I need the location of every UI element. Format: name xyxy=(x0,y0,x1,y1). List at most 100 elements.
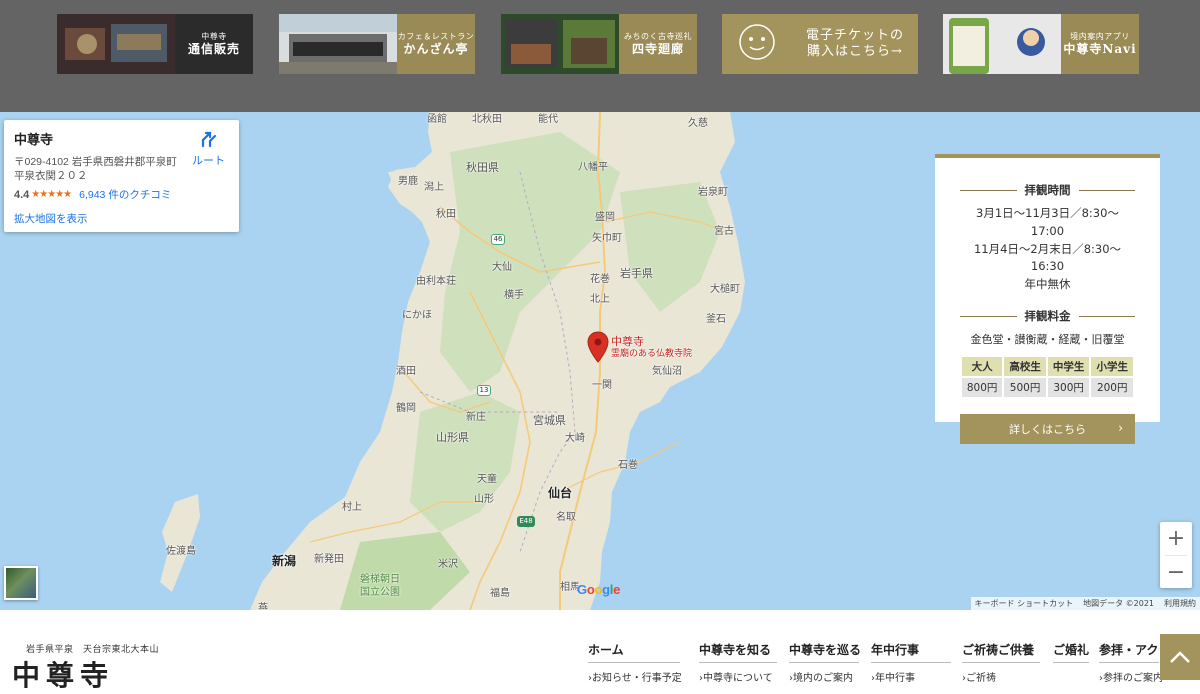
map-label: 潟上 xyxy=(424,182,444,193)
map-attribution: キーボード ショートカット 地図データ ©2021 利用規約 xyxy=(970,597,1200,610)
mail-order-photo xyxy=(57,14,175,74)
rating-value: 4.4 xyxy=(14,188,30,201)
fee-value: 800円 xyxy=(962,378,1003,398)
footer-nav-link[interactable]: ›年中行事 xyxy=(871,669,951,684)
banner-navi-app[interactable]: 境内案内アプリ 中尊寺Navi xyxy=(943,14,1139,74)
footer-nav-link[interactable]: ›ご祈祷 xyxy=(962,669,1040,684)
fee-table: 大人 高校生 中学生 小学生 800円 500円 300円 200円 xyxy=(960,355,1135,399)
google-map[interactable]: 函館 北秋田 能代 久慈 秋田県 八幡平 男鹿 潟上 岩泉町 秋田 盛岡 矢巾町… xyxy=(0,112,1200,610)
footer-nav-head[interactable]: 年中行事 xyxy=(871,641,951,663)
marker-subtitle: 霊廟のある仏教寺院 xyxy=(611,348,693,359)
fee-header: 高校生 xyxy=(1004,357,1046,377)
fee-header: 中学生 xyxy=(1047,357,1090,377)
chevron-up-icon xyxy=(1170,651,1190,663)
footer-nav-link[interactable]: ›お知らせ・行事予定 xyxy=(588,669,682,684)
footer-nav-access: 参拝・アクセス ›参拝のご案内 xyxy=(1099,641,1163,684)
banner-title: 通信販売 xyxy=(187,41,240,56)
footer-nav-head[interactable]: 参拝・アクセス xyxy=(1099,641,1159,663)
route-13-badge: 13 xyxy=(477,385,491,396)
banner-kanzantei[interactable]: カフェ＆レストラン かんざん亭 xyxy=(279,14,475,74)
map-label: 天童 xyxy=(477,474,497,485)
banner-small-text: みちのく古寺巡礼 xyxy=(624,31,692,41)
back-to-top-button[interactable] xyxy=(1160,634,1200,680)
place-address: 〒029-4102 岩手県西磐井郡平泉町平泉衣関２０２ xyxy=(14,156,177,182)
banner-title: 四寺廻廊 xyxy=(631,41,684,56)
footer-nav-link[interactable]: ›中尊寺について xyxy=(699,669,777,684)
map-label-prefecture: 山形県 xyxy=(436,431,469,444)
e48-badge: E48 xyxy=(517,516,535,527)
footer-nav-tour: 中尊寺を巡る ›境内のご案内 xyxy=(789,641,861,684)
fee-value: 200円 xyxy=(1091,378,1133,398)
footer-nav-link[interactable]: ›境内のご案内 xyxy=(789,669,859,684)
zoom-out-button[interactable]: − xyxy=(1160,556,1192,589)
map-label: 一関 xyxy=(592,380,612,391)
map-label: 岩泉町 xyxy=(698,187,728,198)
footer-nav-head[interactable]: ご婚礼 xyxy=(1053,641,1089,663)
map-data-text: 地図データ ©2021 xyxy=(1083,599,1154,608)
map-label: 盛岡 xyxy=(595,212,615,223)
map-label: 石巻 xyxy=(618,460,638,471)
top-banner-strip: 中尊寺 通信販売 カフェ＆レストラン かんざん亭 みちのく古寺巡礼 四寺廻廊 電… xyxy=(0,0,1200,112)
ticket-illustration xyxy=(722,14,792,74)
map-label: 大槌町 xyxy=(710,284,740,295)
directions-label: ルート xyxy=(192,155,225,167)
map-label: 福島 xyxy=(490,588,510,599)
banner-small-text: 境内案内アプリ xyxy=(1070,31,1130,41)
map-label: 八幡平 xyxy=(578,162,608,173)
map-label: 花巻 xyxy=(590,274,610,285)
fee-value: 300円 xyxy=(1047,378,1090,398)
zoom-control: + − xyxy=(1160,522,1192,588)
banner-small-text: カフェ＆レストラン xyxy=(397,31,475,41)
footer-nav-head[interactable]: ご祈祷ご供養 xyxy=(962,641,1040,663)
footer-nav-prayer: ご祈祷ご供養 ›ご祈祷 xyxy=(962,641,1040,684)
banner-shiji-kairo[interactable]: みちのく古寺巡礼 四寺廻廊 xyxy=(501,14,697,74)
place-card: 中尊寺 〒029-4102 岩手県西磐井郡平泉町平泉衣関２０２ 4.4 ★★★★… xyxy=(4,120,239,232)
banner-e-ticket[interactable]: 電子チケットの 購入はこちら→ xyxy=(722,14,918,74)
kanzantei-photo xyxy=(279,14,397,74)
satellite-layer-toggle[interactable] xyxy=(4,566,38,600)
banner-ticket-line1: 電子チケットの xyxy=(805,27,904,43)
map-label: 男鹿 xyxy=(398,176,418,187)
site-footer: 岩手県平泉 天台宗東北大本山 中尊寺 ホーム ›お知らせ・行事予定 中尊寺を知る… xyxy=(0,610,1200,692)
map-label: 酒田 xyxy=(396,366,416,377)
footer-nav-head[interactable]: 中尊寺を巡る xyxy=(789,641,861,663)
footer-nav-home: ホーム ›お知らせ・行事予定 xyxy=(588,641,682,684)
map-label: 北秋田 xyxy=(472,114,502,125)
footer-nav-head[interactable]: ホーム xyxy=(588,641,680,663)
visit-info-panel: 拝観時間 3月1日〜11月3日／8:30〜17:00 11月4日〜2月末日／8:… xyxy=(935,154,1160,445)
map-label-city: 新潟 xyxy=(272,554,297,568)
reviews-link[interactable]: 6,943 件のクチコミ xyxy=(79,187,171,202)
location-pin-icon[interactable] xyxy=(587,331,609,363)
map-label: 新発田 xyxy=(314,554,344,565)
banner-title: 中尊寺Navi xyxy=(1063,41,1137,56)
map-label: 秋田 xyxy=(436,209,456,220)
banner-title: かんざん亭 xyxy=(403,41,469,56)
map-label: 燕 xyxy=(258,603,268,610)
map-label-park: 国立公園 xyxy=(360,587,400,598)
navi-app-photo xyxy=(943,14,1061,74)
fee-value: 500円 xyxy=(1004,378,1046,398)
map-label: 宮古 xyxy=(714,226,734,237)
details-button[interactable]: 詳しくはこちら › xyxy=(960,414,1135,445)
banner-mail-order[interactable]: 中尊寺 通信販売 xyxy=(57,14,253,74)
fee-subtitle: 金色堂・讃衡蔵・経蔵・旧覆堂 xyxy=(970,333,1125,347)
terms-link[interactable]: 利用規約 xyxy=(1164,598,1196,609)
zoom-in-button[interactable]: + xyxy=(1160,522,1192,555)
directions-icon xyxy=(201,131,216,148)
fee-header: 大人 xyxy=(962,357,1003,377)
larger-map-link[interactable]: 拡大地図を表示 xyxy=(14,211,229,226)
map-label: 気仙沼 xyxy=(652,366,682,377)
fee-header: 小学生 xyxy=(1091,357,1133,377)
keyboard-shortcuts-link[interactable]: キーボード ショートカット xyxy=(975,598,1074,609)
map-label: 大崎 xyxy=(565,433,585,444)
footer-nav-head[interactable]: 中尊寺を知る xyxy=(699,641,777,663)
map-label: 函館 xyxy=(427,114,447,125)
footer-nav-wedding: ご婚礼 xyxy=(1053,641,1089,663)
map-label-city: 仙台 xyxy=(548,486,573,500)
map-label: 村上 xyxy=(342,502,362,513)
footer-nav-link[interactable]: ›参拝のご案内 xyxy=(1099,669,1163,684)
map-label: にかほ xyxy=(402,310,432,321)
chusonji-logo[interactable]: 中尊寺 xyxy=(12,654,114,694)
marker-label[interactable]: 中尊寺 霊廟のある仏教寺院 xyxy=(611,335,693,359)
directions-button[interactable]: ルート xyxy=(192,130,225,168)
